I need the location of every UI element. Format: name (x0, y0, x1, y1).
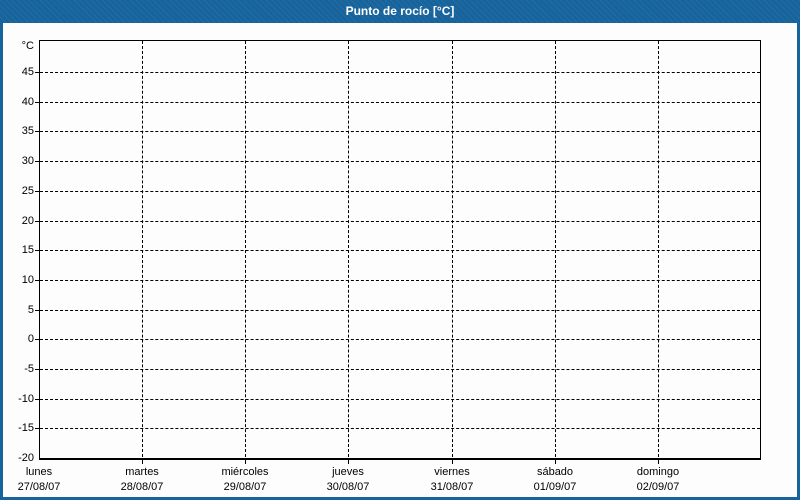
h-gridline (40, 280, 760, 281)
h-gridline (40, 399, 760, 400)
title-bar: Punto de rocío [°C] (0, 0, 800, 23)
y-tick-label: 15 (21, 244, 34, 256)
y-tick-mark (35, 280, 39, 281)
h-gridline (40, 428, 760, 429)
y-tick-label: 25 (21, 185, 34, 197)
x-tick-mark (348, 460, 349, 464)
h-gridline (40, 131, 760, 132)
y-tick-label: -10 (18, 393, 34, 405)
y-tick-label: 45 (21, 66, 34, 78)
y-tick-label: 35 (21, 125, 34, 137)
y-tick-label: -15 (18, 422, 34, 434)
y-axis-unit-label: °C (21, 40, 34, 52)
v-gridline (452, 41, 453, 457)
x-tick-mark (245, 460, 246, 464)
x-day-label: jueves (332, 466, 364, 478)
x-day-label: sábado (536, 466, 574, 478)
x-date-label: 30/08/07 (326, 481, 370, 493)
x-day-label: viernes (434, 466, 470, 478)
dew-point-chart: °C 45 40 35 30 25 20 15 10 5 0 -5 -10 -15 -20 lunes 27/0… (0, 0, 800, 500)
y-tick-label: 5 (27, 304, 34, 316)
y-tick-label: 20 (21, 215, 34, 227)
x-day-label: lunes (25, 466, 53, 478)
x-day-label: domingo (636, 466, 680, 478)
y-tick-label: 40 (21, 96, 34, 108)
y-tick-mark (35, 221, 39, 222)
x-tick-mark (142, 460, 143, 464)
v-gridline (142, 41, 143, 457)
y-tick-label: -5 (24, 363, 34, 375)
x-date-label: 27/08/07 (17, 481, 61, 493)
y-tick-label: -20 (18, 452, 34, 464)
h-gridline (40, 221, 760, 222)
chart-title: Punto de rocío [°C] (345, 4, 455, 18)
x-day-label: martes (125, 466, 159, 478)
y-tick-mark (35, 339, 39, 340)
chart-window: Punto de rocío [°C] °C 45 40 35 30 25 20 15 10 5 0… (0, 0, 800, 500)
h-gridline (40, 191, 760, 192)
v-gridline (348, 41, 349, 457)
x-date-label: 31/08/07 (430, 481, 474, 493)
h-gridline (40, 310, 760, 311)
y-tick-mark (35, 102, 39, 103)
h-gridline (40, 369, 760, 370)
y-tick-label: 0 (27, 333, 34, 345)
y-tick-mark (35, 310, 39, 311)
v-gridline (555, 41, 556, 457)
h-gridline (40, 161, 760, 162)
x-date-label: 02/09/07 (636, 481, 680, 493)
y-tick-mark (35, 72, 39, 73)
y-tick-label: 10 (21, 274, 34, 286)
y-tick-mark (35, 369, 39, 370)
y-tick-mark (35, 399, 39, 400)
x-date-label: 28/08/07 (120, 481, 164, 493)
x-tick-mark (658, 460, 659, 464)
y-tick-mark (35, 191, 39, 192)
y-tick-mark (35, 250, 39, 251)
h-gridline (40, 339, 760, 340)
x-tick-mark (452, 460, 453, 464)
x-tick-mark (555, 460, 556, 464)
x-date-label: 29/08/07 (223, 481, 267, 493)
y-tick-mark (35, 428, 39, 429)
h-gridline (40, 250, 760, 251)
h-gridline (40, 102, 760, 103)
h-gridline (40, 72, 760, 73)
x-date-label: 01/09/07 (533, 481, 577, 493)
y-tick-mark (35, 131, 39, 132)
v-gridline (658, 41, 659, 457)
y-tick-mark (35, 161, 39, 162)
v-gridline (245, 41, 246, 457)
x-day-label: miércoles (221, 466, 269, 478)
y-tick-label: 30 (21, 155, 34, 167)
